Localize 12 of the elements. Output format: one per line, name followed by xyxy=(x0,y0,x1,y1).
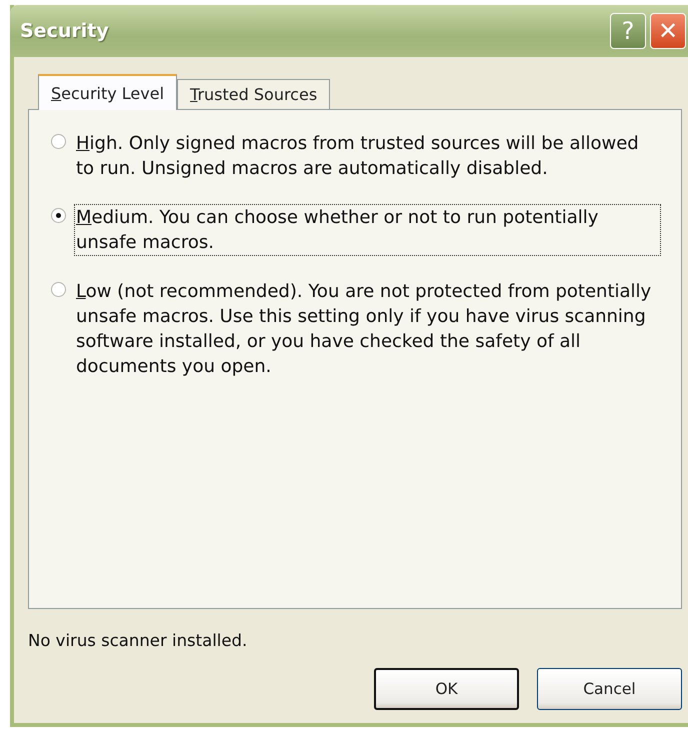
ok-button[interactable]: OK xyxy=(374,668,519,710)
tab[interactable]: Security Level xyxy=(38,74,178,110)
radio-button[interactable] xyxy=(51,134,66,149)
radio-button[interactable] xyxy=(51,208,66,223)
option-label[interactable]: High. Only signed macros from trusted sources will be allowed to run. Unsigned macros are automatically disabled. xyxy=(74,130,661,182)
option-label[interactable]: Low (not recommended). You are not protected from potentially unsafe macros. Use this setting only if you have virus scanning software installed, or you have checked the safety of all documents you open. xyxy=(74,278,661,380)
radio-button[interactable] xyxy=(51,282,66,297)
cancel-button[interactable]: Cancel xyxy=(537,668,682,710)
window-title: Security xyxy=(20,20,109,42)
option-label[interactable]: Medium. You can choose whether or not to run potentially unsafe macros. xyxy=(74,204,661,256)
tab[interactable]: Trusted Sources xyxy=(177,79,330,109)
status-text: No virus scanner installed. xyxy=(28,631,248,650)
